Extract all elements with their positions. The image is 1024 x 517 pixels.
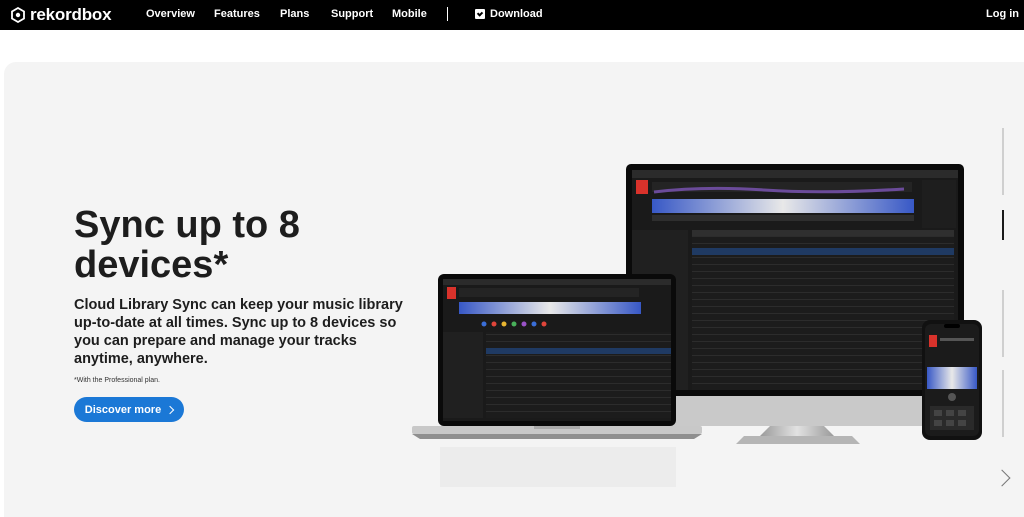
nav-divider: [447, 7, 448, 21]
login-link[interactable]: Log in: [986, 8, 1019, 20]
hero-headline: Sync up to 8 devices*: [74, 204, 300, 286]
nav-mobile[interactable]: Mobile: [392, 8, 427, 20]
monitor-device: [626, 164, 964, 444]
nav-overview[interactable]: Overview: [146, 8, 195, 20]
next-slide-arrow-icon[interactable]: [993, 469, 1011, 487]
nav-download[interactable]: Download: [490, 8, 543, 20]
top-nav: rekordbox Overview Features Plans Suppor…: [0, 0, 1024, 30]
hero-description: Cloud Library Sync can keep your music l…: [74, 297, 403, 367]
download-icon: [475, 9, 485, 19]
rekordbox-logo-icon: [11, 7, 25, 23]
nav-features[interactable]: Features: [214, 8, 260, 20]
brand-logo[interactable]: rekordbox: [10, 5, 112, 25]
discover-more-button[interactable]: Discover more: [74, 397, 184, 422]
slide-indicator-1[interactable]: [1002, 128, 1004, 195]
nav-support[interactable]: Support: [331, 8, 373, 20]
chevron-right-icon: [165, 405, 175, 415]
laptop-device: [412, 274, 702, 487]
slide-indicator-3[interactable]: [1002, 290, 1004, 357]
hero-section: Sync up to 8 devices* Cloud Library Sync…: [4, 62, 1024, 517]
slide-indicator-2[interactable]: [1002, 210, 1004, 240]
nav-plans[interactable]: Plans: [280, 8, 309, 20]
devices-illustration: [412, 164, 982, 487]
slide-indicator-4[interactable]: [1002, 370, 1004, 437]
brand-name: rekordbox: [30, 5, 112, 24]
hero-footnote: *With the Professional plan.: [74, 377, 160, 384]
phone-device: [922, 320, 982, 440]
discover-more-label: Discover more: [84, 403, 162, 416]
